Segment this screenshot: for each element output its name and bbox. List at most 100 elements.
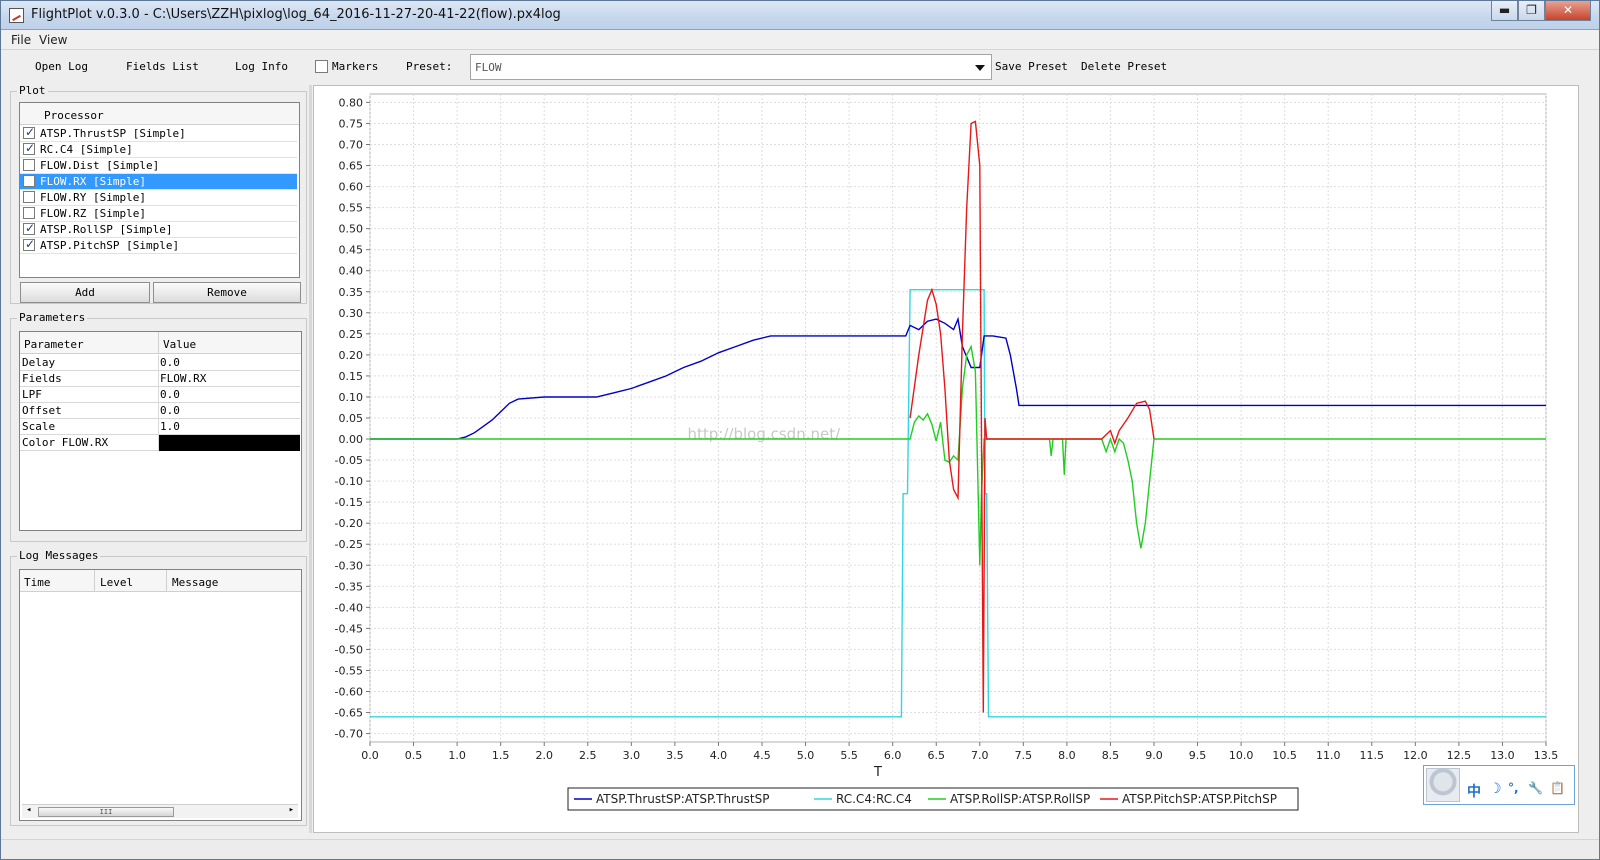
scroll-right-icon[interactable]: ▸	[289, 805, 294, 815]
markers-checkbox[interactable]	[315, 60, 328, 73]
watermark-text: http://blog.csdn.net/	[688, 425, 842, 443]
processor-checkbox[interactable]	[23, 207, 35, 219]
y-tick-label: -0.65	[335, 707, 363, 720]
x-tick-label: 10.5	[1272, 749, 1297, 762]
processor-row[interactable]: FLOW.RY [Simple]	[20, 190, 297, 206]
parameter-row[interactable]: Delay 0.0	[20, 355, 300, 371]
log-messages-table-header: Time Level Message	[20, 570, 301, 592]
menu-file[interactable]: File	[11, 33, 31, 47]
processor-label: FLOW.RX [Simple]	[40, 175, 146, 188]
parameter-row[interactable]: Color FLOW.RX	[20, 435, 300, 451]
processor-label: ATSP.ThrustSP [Simple]	[40, 127, 186, 140]
title-bar[interactable]: FlightPlot v.0.3.0 - C:\Users\ZZH\pixlog…	[1, 1, 1599, 30]
parameter-column-header[interactable]: Parameter	[24, 338, 84, 351]
x-tick-label: 7.0	[971, 749, 989, 762]
open-log-button[interactable]: Open Log	[35, 60, 88, 73]
parameter-row[interactable]: Fields FLOW.RX	[20, 371, 300, 387]
processor-row[interactable]: FLOW.RZ [Simple]	[20, 206, 297, 222]
parameter-value[interactable]: 0.0	[160, 404, 180, 417]
parameter-row[interactable]: Offset 0.0	[20, 403, 300, 419]
legend-entry[interactable]: ATSP.ThrustSP:ATSP.ThrustSP	[596, 792, 769, 806]
legend-entry[interactable]: RC.C4:RC.C4	[836, 792, 912, 806]
parameter-value[interactable]: 0.0	[160, 388, 180, 401]
processor-row[interactable]: FLOW.Dist [Simple]	[20, 158, 297, 174]
processor-row[interactable]: RC.C4 [Simple]	[20, 141, 297, 158]
legend-entry[interactable]: ATSP.PitchSP:ATSP.PitchSP	[1122, 792, 1277, 806]
x-tick-label: 8.5	[1102, 749, 1120, 762]
ime-moon-icon[interactable]: ☽	[1489, 781, 1502, 797]
ime-wrench-icon[interactable]: 🔧	[1528, 781, 1543, 795]
y-tick-label: -0.15	[335, 496, 363, 509]
parameters-group: Parameters Parameter Value Delay 0.0 Field…	[10, 311, 307, 542]
y-tick-label: 0.35	[339, 286, 364, 299]
parameter-row[interactable]: LPF 0.0	[20, 387, 300, 403]
processor-label: ATSP.RollSP [Simple]	[40, 223, 173, 236]
legend-entry[interactable]: ATSP.RollSP:ATSP.RollSP	[950, 792, 1090, 806]
y-tick-label: -0.40	[335, 601, 363, 614]
processor-table: Processor ATSP.ThrustSP [Simple] RC.C4 [S…	[19, 102, 300, 278]
processor-checkbox[interactable]	[23, 125, 35, 139]
panel-splitter[interactable]	[309, 85, 312, 833]
log-messages-group: Log Messages Time Level Message ◂ III ▸	[10, 549, 307, 826]
minimize-button[interactable]: ▬	[1491, 1, 1518, 21]
scroll-thumb[interactable]: III	[38, 807, 174, 817]
y-tick-label: 0.20	[339, 349, 364, 362]
value-column-header[interactable]: Value	[163, 338, 196, 351]
processor-column-header[interactable]: Processor	[44, 109, 104, 122]
x-tick-label: 9.0	[1145, 749, 1163, 762]
parameter-value[interactable]: FLOW.RX	[160, 372, 206, 385]
save-preset-button[interactable]: Save Preset	[995, 60, 1068, 73]
processor-row[interactable]: FLOW.RX [Simple]	[20, 174, 297, 190]
maximize-button[interactable]: ❐	[1518, 1, 1545, 21]
close-button[interactable]: ✕	[1545, 1, 1591, 21]
x-tick-label: 9.5	[1189, 749, 1207, 762]
menu-view[interactable]: View	[39, 33, 67, 47]
x-axis-label: T	[873, 765, 882, 780]
x-tick-label: 1.5	[492, 749, 510, 762]
parameter-value[interactable]: 0.0	[160, 356, 180, 369]
parameter-name: Scale	[22, 420, 56, 433]
y-tick-label: 0.10	[339, 391, 364, 404]
log-info-button[interactable]: Log Info	[235, 60, 288, 73]
y-tick-label: 0.05	[339, 412, 364, 425]
color-swatch[interactable]	[159, 435, 300, 451]
processor-checkbox[interactable]	[23, 159, 35, 171]
processor-checkbox[interactable]	[23, 175, 35, 187]
ime-clipboard-icon[interactable]: 📋	[1550, 781, 1565, 795]
parameter-name: Delay	[22, 356, 56, 369]
qq-avatar-icon[interactable]	[1426, 768, 1460, 802]
processor-row[interactable]: ATSP.ThrustSP [Simple]	[20, 125, 297, 142]
parameters-group-title: Parameters	[17, 311, 88, 324]
level-column-header[interactable]: Level	[100, 576, 133, 589]
x-tick-label: 5.5	[840, 749, 858, 762]
preset-dropdown[interactable]: FLOW	[470, 54, 992, 80]
horizontal-scrollbar[interactable]: ◂ III ▸	[22, 804, 298, 818]
fields-list-button[interactable]: Fields List	[126, 60, 199, 73]
processor-row[interactable]: ATSP.PitchSP [Simple]	[20, 237, 297, 254]
ime-toolbar[interactable]: 中 ☽ °, 🔧 📋	[1423, 765, 1575, 805]
y-tick-label: 0.65	[339, 160, 364, 173]
column-separator	[158, 403, 159, 419]
x-tick-label: 6.5	[927, 749, 945, 762]
parameter-row[interactable]: Scale 1.0	[20, 419, 300, 435]
remove-button[interactable]: Remove	[153, 282, 301, 303]
processor-checkbox[interactable]	[23, 191, 35, 203]
processor-checkbox[interactable]	[23, 141, 35, 155]
message-column-header[interactable]: Message	[172, 576, 218, 589]
parameter-value[interactable]: 1.0	[160, 420, 180, 433]
y-tick-label: 0.40	[339, 265, 364, 278]
parameters-table-header: Parameter Value	[20, 332, 301, 354]
window-title: FlightPlot v.0.3.0 - C:\Users\ZZH\pixlog…	[31, 7, 561, 22]
add-button[interactable]: Add	[20, 282, 150, 303]
x-tick-label: 12.5	[1447, 749, 1472, 762]
processor-row[interactable]: ATSP.RollSP [Simple]	[20, 221, 297, 238]
processor-checkbox[interactable]	[23, 237, 35, 251]
delete-preset-button[interactable]: Delete Preset	[1081, 60, 1167, 73]
time-column-header[interactable]: Time	[24, 576, 51, 589]
ime-chinese-icon[interactable]: 中	[1467, 781, 1481, 801]
scroll-left-icon[interactable]: ◂	[26, 805, 31, 815]
log-messages-table: Time Level Message ◂ III ▸	[19, 569, 302, 821]
ime-punctuation-icon[interactable]: °,	[1508, 781, 1519, 795]
processor-checkbox[interactable]	[23, 221, 35, 235]
chart-svg[interactable]: 0.0 0.5 1.0 1.5 2.0 2.5 3.0 3.5 4.0 4.5 5.0 5.5 6.0 6…	[314, 86, 1580, 834]
